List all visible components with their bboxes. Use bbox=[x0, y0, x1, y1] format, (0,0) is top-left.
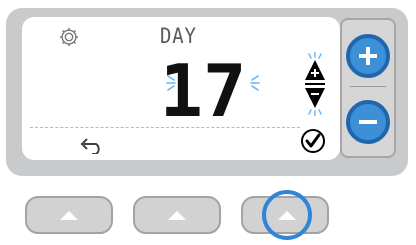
day-value-display: 17 bbox=[160, 54, 246, 122]
rocker-divider bbox=[350, 86, 386, 87]
soft-key-3-highlight[interactable] bbox=[262, 190, 312, 240]
back-arrow-icon[interactable] bbox=[78, 136, 106, 154]
plus-icon bbox=[359, 47, 377, 65]
minus-button[interactable] bbox=[346, 100, 390, 144]
soft-key-2-button[interactable] bbox=[133, 196, 221, 234]
plus-button[interactable] bbox=[346, 34, 390, 78]
screen-divider bbox=[30, 127, 300, 128]
up-down-arrows-icon bbox=[305, 52, 325, 116]
gear-icon[interactable] bbox=[58, 26, 80, 48]
up-triangle-icon bbox=[60, 210, 78, 220]
soft-key-1-button[interactable] bbox=[25, 196, 113, 234]
glow-right-icon bbox=[250, 75, 260, 91]
check-circle-icon[interactable] bbox=[300, 128, 326, 154]
minus-icon bbox=[359, 120, 377, 124]
up-triangle-icon bbox=[168, 210, 186, 220]
mode-label: DAY bbox=[160, 24, 197, 48]
up-triangle-icon bbox=[278, 210, 296, 220]
day-value: 17 bbox=[160, 54, 246, 122]
